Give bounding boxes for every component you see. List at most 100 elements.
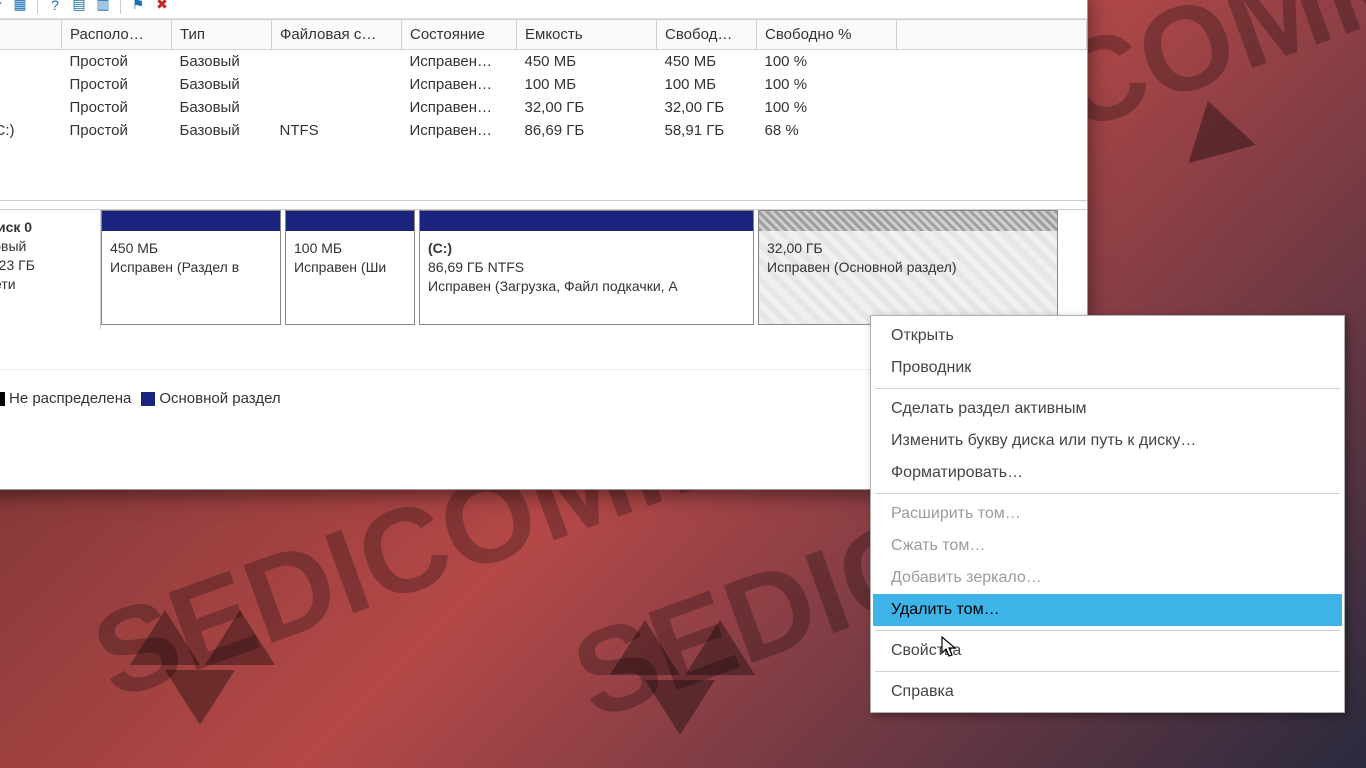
table-cell: 86,69 ГБ	[517, 119, 657, 142]
partition-header	[102, 211, 280, 231]
table-cell: 450 МБ	[657, 50, 757, 74]
table-row[interactable]: ПростойБазовыйИсправен…450 МБ450 МБ100 %	[0, 50, 1087, 74]
table-cell: Исправен…	[402, 73, 517, 96]
menu-separator	[875, 388, 1340, 389]
table-cell: Базовый	[172, 73, 272, 96]
table-cell: Исправен…	[402, 119, 517, 142]
menu-item: Расширить том…	[873, 498, 1342, 530]
table-header-row: м Располо… Тип Файловая с… Состояние Емк…	[0, 20, 1087, 50]
col-status[interactable]: Состояние	[402, 20, 517, 50]
toolbar-separator	[120, 0, 121, 14]
table-row[interactable]: (C:)ПростойБазовыйNTFSИсправен…86,69 ГБ5…	[0, 119, 1087, 142]
table-cell: Исправен…	[402, 50, 517, 74]
view1-icon[interactable]: ▤	[70, 0, 88, 14]
table-cell	[0, 96, 62, 119]
disk-title: Диск 0	[0, 219, 32, 235]
table-cell: 450 МБ	[517, 50, 657, 74]
refresh-icon[interactable]: ⟳	[0, 0, 5, 14]
partition-header	[759, 211, 1057, 231]
menu-item[interactable]: Справка	[873, 676, 1342, 708]
disk-info[interactable]: Диск 0 зовый 9,23 ГБ сети	[0, 210, 101, 329]
col-spacer	[897, 20, 1087, 50]
col-free[interactable]: Свобод…	[657, 20, 757, 50]
table-cell: 100 %	[757, 50, 897, 74]
table-cell: Простой	[62, 73, 172, 96]
table-cell	[897, 50, 1087, 74]
table-cell: 68 %	[757, 119, 897, 142]
partition-status: Исправен (Основной раздел)	[767, 258, 1049, 277]
toolbar: ⟳ ▦ ? ▤ ▥ ⚑ ✖	[0, 0, 1087, 19]
volume-table: м Располо… Тип Файловая с… Состояние Емк…	[0, 19, 1087, 142]
partition-status: Исправен (Ши	[294, 258, 406, 277]
table-cell	[0, 73, 62, 96]
delete-icon[interactable]: ✖	[153, 0, 171, 14]
partition-header	[286, 211, 414, 231]
table-cell	[272, 96, 402, 119]
table-cell	[897, 119, 1087, 142]
partition-status: Исправен (Загрузка, Файл подкачки, А	[428, 277, 745, 296]
partition[interactable]: 32,00 ГБИсправен (Основной раздел)	[758, 210, 1058, 325]
legend-label-unallocated: Не распределена	[9, 390, 131, 407]
table-row[interactable]: ПростойБазовыйИсправен…100 МБ100 МБ100 %	[0, 73, 1087, 96]
col-fs[interactable]: Файловая с…	[272, 20, 402, 50]
table-cell	[272, 73, 402, 96]
disk-type: зовый	[0, 237, 94, 256]
table-cell	[0, 50, 62, 74]
menu-item[interactable]: Форматировать…	[873, 457, 1342, 489]
menu-item: Сжать том…	[873, 530, 1342, 562]
partition[interactable]: (C:)86,69 ГБ NTFSИсправен (Загрузка, Фай…	[419, 210, 754, 325]
view2-icon[interactable]: ▥	[94, 0, 112, 14]
table-cell: Базовый	[172, 119, 272, 142]
table-cell	[272, 50, 402, 74]
table-cell: 58,91 ГБ	[657, 119, 757, 142]
disk-size: 9,23 ГБ	[0, 256, 94, 275]
table-cell	[897, 73, 1087, 96]
disk-map: Диск 0 зовый 9,23 ГБ сети 450 МБИсправен…	[0, 209, 1087, 329]
table-cell: Базовый	[172, 96, 272, 119]
legend-swatch-unallocated	[0, 392, 5, 406]
table-cell: Базовый	[172, 50, 272, 74]
partition-body: 32,00 ГБИсправен (Основной раздел)	[759, 231, 1057, 281]
partition-body: 450 МБИсправен (Раздел в	[102, 231, 280, 281]
col-freepct[interactable]: Свободно %	[757, 20, 897, 50]
table-cell: (C:)	[0, 119, 62, 142]
menu-item[interactable]: Открыть	[873, 320, 1342, 352]
menu-separator	[875, 671, 1340, 672]
menu-item[interactable]: Сделать раздел активным	[873, 393, 1342, 425]
disk-partitions: 450 МБИсправен (Раздел в100 МБИсправен (…	[101, 210, 1087, 329]
col-type[interactable]: Тип	[172, 20, 272, 50]
help-icon[interactable]: ?	[46, 0, 64, 14]
partition-size: 32,00 ГБ	[767, 239, 1049, 258]
partition-body: (C:)86,69 ГБ NTFSИсправен (Загрузка, Фай…	[420, 231, 753, 300]
col-layout[interactable]: Располо…	[62, 20, 172, 50]
col-volume[interactable]: м	[0, 20, 62, 50]
menu-separator	[875, 630, 1340, 631]
menu-item[interactable]: Изменить букву диска или путь к диску…	[873, 425, 1342, 457]
toolbar-separator	[37, 0, 38, 14]
menu-item: Добавить зеркало…	[873, 562, 1342, 594]
table-cell: Исправен…	[402, 96, 517, 119]
table-cell: 100 МБ	[657, 73, 757, 96]
menu-item[interactable]: Свойства	[873, 635, 1342, 667]
table-cell: 32,00 ГБ	[517, 96, 657, 119]
partition[interactable]: 450 МБИсправен (Раздел в	[101, 210, 281, 325]
partition-label: (C:)	[428, 239, 745, 258]
table-cell: 100 МБ	[517, 73, 657, 96]
context-menu: ОткрытьПроводник Сделать раздел активнымИ…	[870, 315, 1345, 713]
table-row[interactable]: ПростойБазовыйИсправен…32,00 ГБ32,00 ГБ1…	[0, 96, 1087, 119]
table-cell: Простой	[62, 50, 172, 74]
partition-size: 450 МБ	[110, 239, 272, 258]
table-cell: Простой	[62, 119, 172, 142]
menu-item[interactable]: Удалить том…	[873, 594, 1342, 626]
grid-icon[interactable]: ▦	[11, 0, 29, 14]
disk-status: сети	[0, 275, 94, 294]
action-icon[interactable]: ⚑	[129, 0, 147, 14]
table-cell: 100 %	[757, 96, 897, 119]
volume-table-container: м Располо… Тип Файловая с… Состояние Емк…	[0, 19, 1087, 201]
partition-size: 86,69 ГБ NTFS	[428, 258, 745, 277]
table-cell	[897, 96, 1087, 119]
menu-item[interactable]: Проводник	[873, 352, 1342, 384]
partition[interactable]: 100 МБИсправен (Ши	[285, 210, 415, 325]
partition-size: 100 МБ	[294, 239, 406, 258]
col-capacity[interactable]: Емкость	[517, 20, 657, 50]
